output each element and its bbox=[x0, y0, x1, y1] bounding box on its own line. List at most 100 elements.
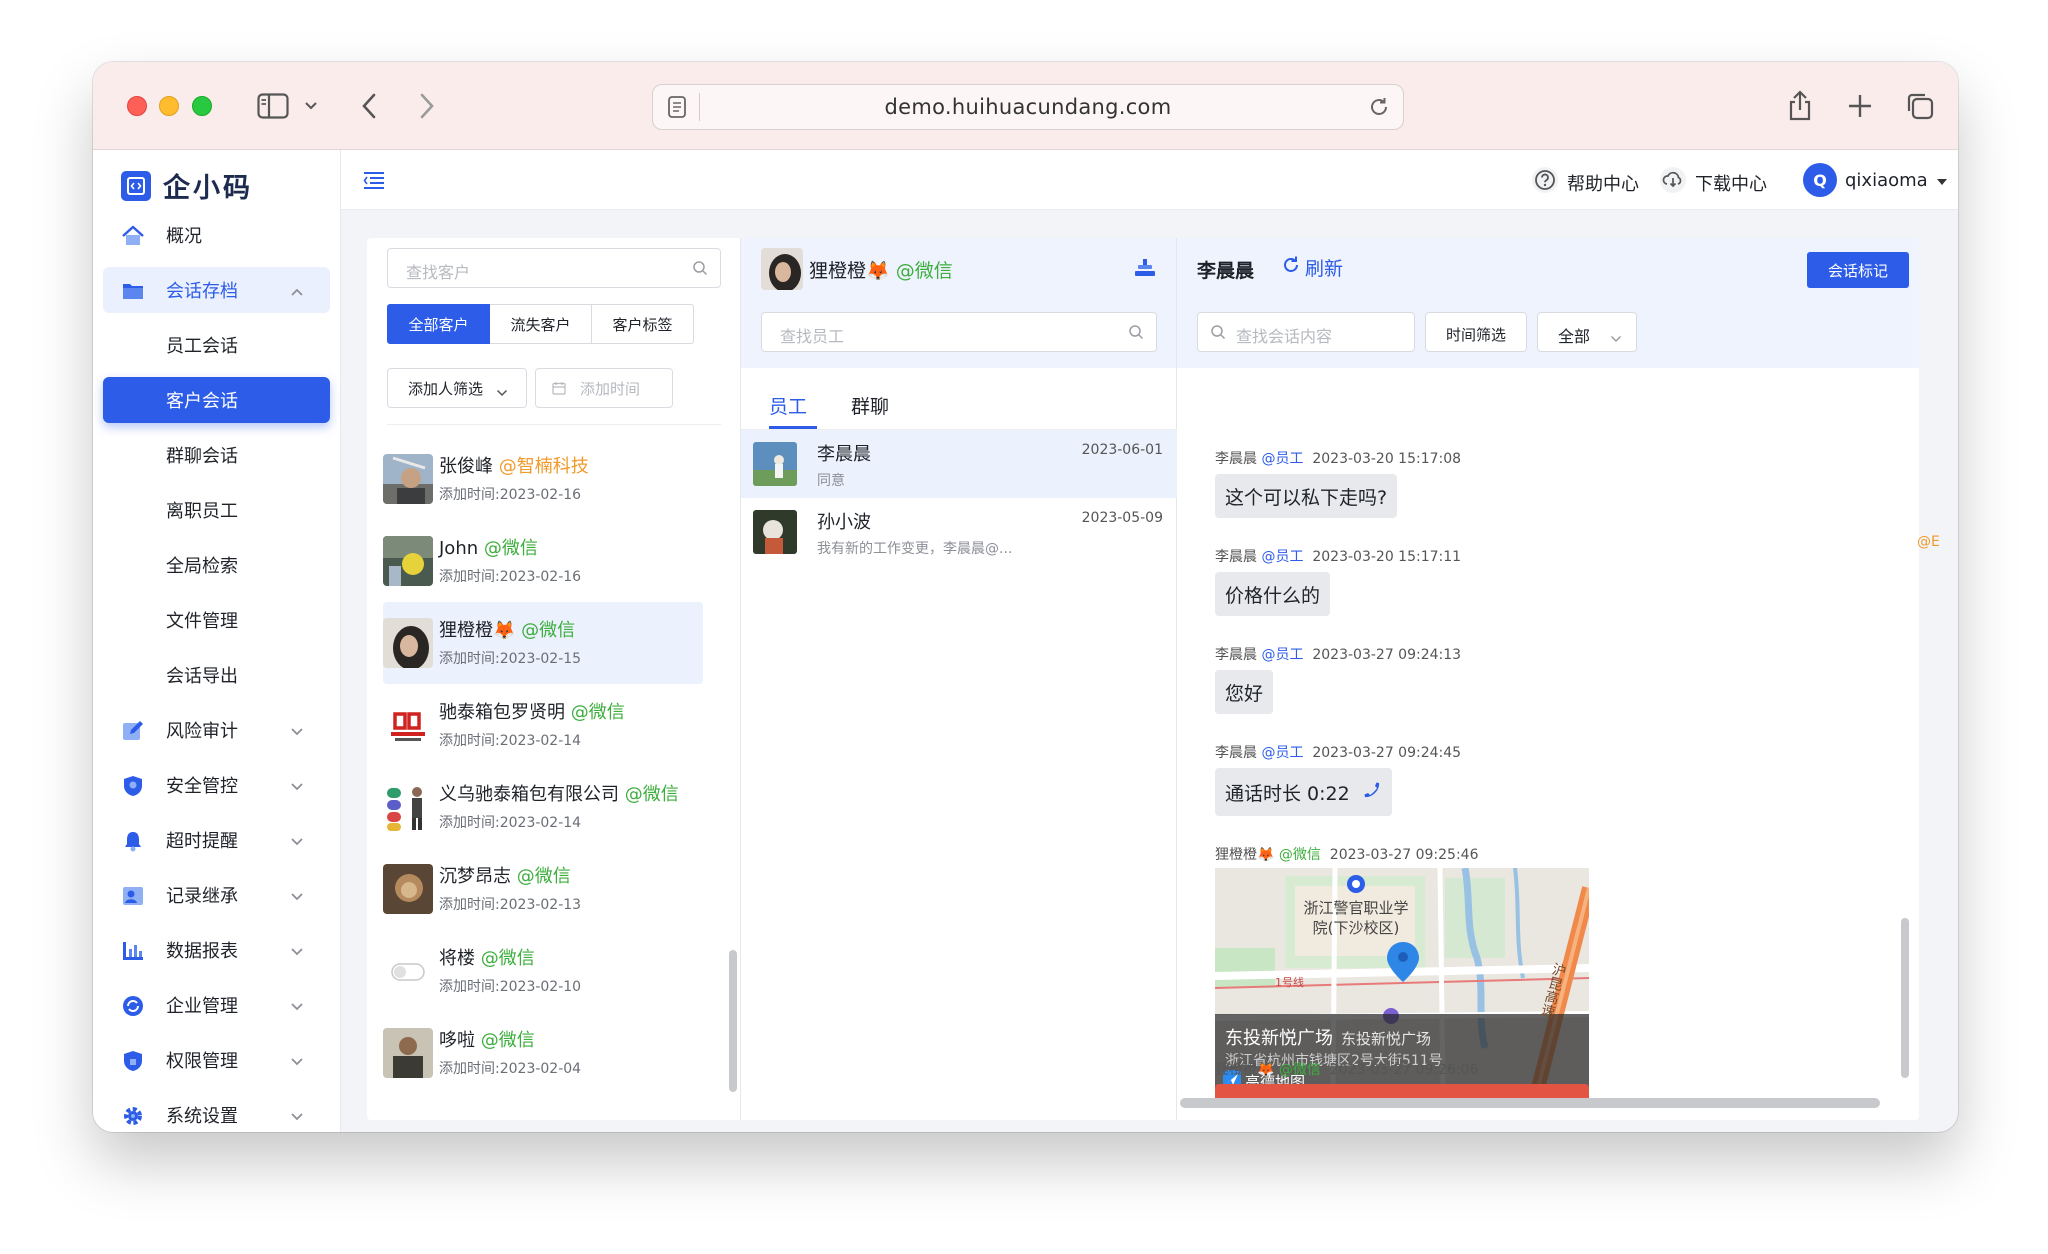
chat-horizontal-scrollbar[interactable] bbox=[1180, 1098, 1880, 1108]
message-type-select[interactable]: 全部 bbox=[1537, 312, 1637, 352]
customer-pane: 查找客户 全部客户 流失客户 客户标签 添加人筛选 添加时间 张俊峰 @智楠科技… bbox=[367, 238, 741, 1120]
chat-search-input[interactable]: 查找会话内容 bbox=[1197, 312, 1415, 352]
chat-header: 李晨晨 刷新 会话标记 查找会话内容 时间筛选 全部 bbox=[1177, 238, 1919, 368]
reload-icon[interactable] bbox=[1367, 95, 1391, 123]
search-icon bbox=[692, 260, 708, 280]
content-card: 查找客户 全部客户 流失客户 客户标签 添加人筛选 添加时间 张俊峰 @智楠科技… bbox=[367, 238, 1940, 1120]
search-icon bbox=[1128, 324, 1144, 344]
chevron-down-icon bbox=[290, 1106, 304, 1127]
staff-list-item[interactable]: 孙小波 我有新的工作变更，李晨晨@... 2023-05-09 bbox=[741, 498, 1177, 566]
nav-staff-session[interactable]: 员工会话 bbox=[103, 322, 330, 368]
customer-list-item[interactable]: 沉梦昂志 @微信 添加时间:2023-02-13 bbox=[383, 848, 703, 930]
maximize-window-button[interactable] bbox=[192, 96, 212, 116]
message-bubble: 价格什么的 bbox=[1215, 572, 1331, 616]
add-time-filter-input[interactable]: 添加时间 bbox=[535, 368, 673, 408]
customer-list-item[interactable]: 驰泰箱包罗贤明 @微信 添加时间:2023-02-14 bbox=[383, 684, 703, 766]
chevron-up-icon bbox=[290, 281, 304, 302]
chevron-down-icon bbox=[1610, 328, 1622, 347]
customer-list-item[interactable]: John @微信 添加时间:2023-02-16 bbox=[383, 520, 703, 602]
nav-group-session[interactable]: 群聊会话 bbox=[103, 432, 330, 478]
nav-risk-audit[interactable]: 风险审计 bbox=[103, 707, 330, 753]
back-icon[interactable] bbox=[355, 88, 383, 124]
browser-toolbar: demo.huihuacundang.com bbox=[93, 62, 1958, 150]
avatar bbox=[383, 618, 433, 668]
caret-down-icon bbox=[1936, 170, 1948, 191]
segment-customer-tags[interactable]: 客户标签 bbox=[592, 304, 694, 344]
nav-overview[interactable]: 概况 bbox=[103, 212, 330, 258]
address-bar[interactable]: demo.huihuacundang.com bbox=[652, 84, 1404, 130]
tab-staff[interactable]: 员工 bbox=[769, 392, 807, 419]
customer-list-scrollbar[interactable] bbox=[729, 950, 737, 1092]
filter-sliders-icon[interactable] bbox=[1134, 258, 1156, 282]
refresh-icon bbox=[1281, 255, 1301, 280]
staff-list-item-selected[interactable]: 李晨晨 同意 2023-06-01 bbox=[741, 430, 1177, 498]
nav-departed-staff[interactable]: 离职员工 bbox=[103, 487, 330, 533]
bar-chart-icon bbox=[121, 939, 145, 963]
edit-icon bbox=[121, 719, 145, 743]
message-meta: 狸橙橙🦊 @微信 2023-03-27 09:25:46 bbox=[1215, 847, 1479, 863]
nav-permission-management[interactable]: 权限管理 bbox=[103, 1037, 330, 1083]
nav-security-control[interactable]: 安全管控 bbox=[103, 762, 330, 808]
customer-list-item[interactable]: 义乌驰泰箱包有限公司 @微信 添加时间:2023-02-14 bbox=[383, 766, 703, 848]
message-meta: 李晨晨 @员工 2023-03-20 15:17:11 bbox=[1215, 549, 1462, 565]
time-filter-button[interactable]: 时间筛选 bbox=[1425, 312, 1527, 352]
share-icon[interactable] bbox=[1783, 88, 1817, 124]
staff-pane: 狸橙橙🦊 @微信 查找员工 员工 群聊 李晨晨 同意 2023-06-01 孙小… bbox=[741, 238, 1177, 1120]
staff-search-input[interactable]: 查找员工 bbox=[761, 312, 1157, 352]
chevron-down-icon bbox=[496, 383, 508, 401]
close-window-button[interactable] bbox=[127, 96, 147, 116]
menu-collapse-icon[interactable] bbox=[363, 170, 385, 194]
message-meta: 狸橙橙🦊 @微信 2023-03-27 09:26:06 bbox=[1215, 1062, 1479, 1078]
bell-icon bbox=[121, 829, 145, 853]
minimize-window-button[interactable] bbox=[159, 96, 179, 116]
customer-list-item[interactable]: 哆啦 @微信 添加时间:2023-02-04 bbox=[383, 1012, 703, 1094]
nav-data-report[interactable]: 数据报表 bbox=[103, 927, 330, 973]
forward-icon[interactable] bbox=[413, 88, 441, 124]
user-menu[interactable]: Q qixiaoma bbox=[1803, 163, 1948, 197]
nav-customer-session[interactable]: 客户会话 bbox=[103, 377, 330, 423]
home-icon bbox=[121, 224, 145, 248]
nav-session-archive[interactable]: 会话存档 bbox=[103, 267, 330, 313]
sidebar: 企小码 概况 会话存档 员工会话 客户会话 群聊会话 离职员工 全局检索 文件管… bbox=[93, 150, 341, 1132]
new-tab-icon[interactable] bbox=[1843, 88, 1877, 124]
chevron-down-icon bbox=[290, 721, 304, 742]
avatar bbox=[383, 946, 433, 996]
refresh-button[interactable]: 刷新 bbox=[1281, 254, 1343, 281]
tab-overview-icon[interactable] bbox=[1903, 88, 1937, 124]
help-center-link[interactable]: 帮助中心 bbox=[1531, 166, 1639, 199]
download-center-link[interactable]: 下载中心 bbox=[1659, 166, 1767, 199]
segment-all-customers[interactable]: 全部客户 bbox=[387, 304, 490, 344]
side-label: @E bbox=[1917, 534, 1940, 550]
avatar bbox=[383, 782, 433, 832]
logo-icon bbox=[121, 170, 151, 201]
contact-avatar bbox=[761, 248, 803, 290]
avatar: Q bbox=[1803, 163, 1837, 197]
nav-timeout-reminder[interactable]: 超时提醒 bbox=[103, 817, 330, 863]
message-meta: 李晨晨 @员工 2023-03-20 15:17:08 bbox=[1215, 451, 1462, 467]
map-metro-label: 1号线 bbox=[1275, 976, 1304, 989]
nav-session-export[interactable]: 会话导出 bbox=[103, 652, 330, 698]
customer-list-item-selected[interactable]: 狸橙橙🦊 @微信 添加时间:2023-02-15 bbox=[383, 602, 703, 684]
session-mark-button[interactable]: 会话标记 bbox=[1807, 252, 1909, 288]
sync-icon bbox=[121, 994, 145, 1018]
tab-group-chat[interactable]: 群聊 bbox=[851, 392, 889, 419]
chat-vertical-scrollbar[interactable] bbox=[1901, 918, 1909, 1078]
username: qixiaoma bbox=[1845, 169, 1928, 191]
segment-lost-customers[interactable]: 流失客户 bbox=[490, 304, 592, 344]
chevron-down-icon bbox=[290, 831, 304, 852]
message-bubble: 这个可以私下走吗? bbox=[1215, 474, 1398, 518]
customer-search-input[interactable]: 查找客户 bbox=[387, 248, 721, 288]
nav-enterprise-management[interactable]: 企业管理 bbox=[103, 982, 330, 1028]
customer-list-item[interactable]: 张俊峰 @智楠科技 添加时间:2023-02-16 bbox=[383, 438, 703, 520]
sidebar-toggle-icon[interactable] bbox=[253, 88, 293, 124]
customer-list-item[interactable]: 将楼 @微信 添加时间:2023-02-10 bbox=[383, 930, 703, 1012]
nav-record-inherit[interactable]: 记录继承 bbox=[103, 872, 330, 918]
app-logo[interactable]: 企小码 bbox=[121, 166, 253, 205]
nav-file-management[interactable]: 文件管理 bbox=[103, 597, 330, 643]
avatar bbox=[753, 442, 797, 486]
adder-filter-select[interactable]: 添加人筛选 bbox=[387, 368, 527, 408]
chevron-down-icon[interactable] bbox=[301, 88, 321, 124]
nav-system-settings[interactable]: 系统设置 bbox=[103, 1092, 330, 1132]
nav-global-search[interactable]: 全局检索 bbox=[103, 542, 330, 588]
red-card-message[interactable] bbox=[1215, 1084, 1589, 1098]
